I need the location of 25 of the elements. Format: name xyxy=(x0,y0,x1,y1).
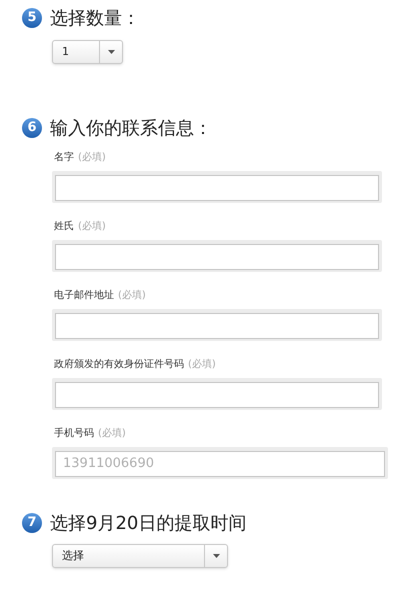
required-note: (必填) xyxy=(118,288,146,303)
step-number-badge: 7 xyxy=(22,513,42,533)
dropdown[interactable]: 1 xyxy=(52,40,123,64)
text-field[interactable] xyxy=(52,240,382,272)
field-label: 电子邮件地址 xyxy=(54,288,114,303)
text-field[interactable]: 13911006690 xyxy=(52,447,388,479)
step-number-badge: 6 xyxy=(22,118,42,138)
field-label: 姓氏 xyxy=(54,220,74,234)
required-note: (必填) xyxy=(78,220,106,234)
field-label: 手机号码 xyxy=(54,426,94,441)
required-note: (必填) xyxy=(98,426,126,441)
field-label: 名字 xyxy=(54,150,74,165)
required-note: (必填) xyxy=(188,358,216,372)
text-field[interactable] xyxy=(52,171,382,203)
dropdown[interactable]: 选择 xyxy=(52,544,228,568)
caret-icon xyxy=(212,554,220,558)
text-field[interactable] xyxy=(52,309,382,341)
caret-icon xyxy=(108,50,114,54)
text-field[interactable] xyxy=(52,378,382,410)
step-number-badge: 5 xyxy=(22,8,42,28)
step-title: 输入你的联系信息： xyxy=(50,116,212,140)
field-label: 政府颁发的有效身份证件号码 xyxy=(54,358,184,372)
step-title: 选择数量： xyxy=(50,6,140,30)
step-title: 选择9月20日的提取时间 xyxy=(50,512,246,536)
required-note: (必填) xyxy=(78,150,106,165)
